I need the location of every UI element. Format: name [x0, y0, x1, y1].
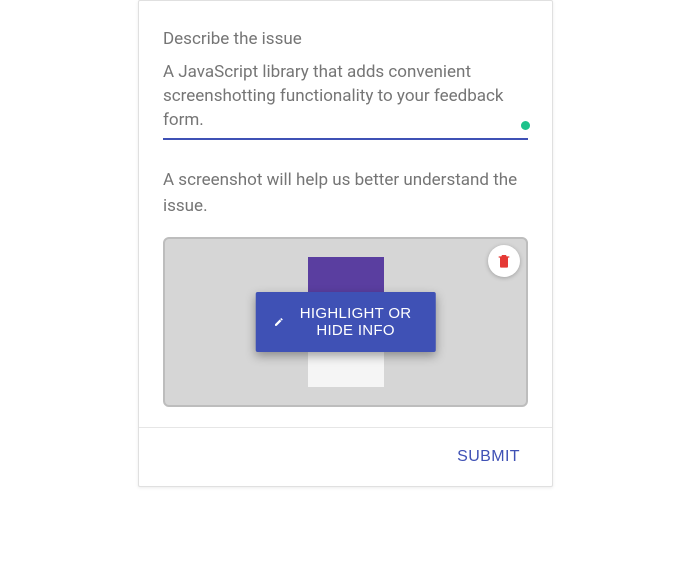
thumbnail-banner: [308, 257, 384, 293]
highlight-button-label: HIGHLIGHT OR HIDE INFO: [293, 305, 417, 339]
trash-icon: [496, 252, 512, 270]
screenshot-preview-box: HIGHLIGHT OR HIDE INFO: [163, 237, 528, 407]
describe-label: Describe the issue: [163, 29, 528, 49]
grammar-indicator-icon: [521, 121, 530, 130]
pencil-icon: [273, 314, 283, 330]
description-input[interactable]: [163, 61, 528, 140]
highlight-hide-button[interactable]: HIGHLIGHT OR HIDE INFO: [255, 292, 436, 352]
submit-button[interactable]: SUBMIT: [447, 440, 530, 474]
feedback-content: Describe the issue A screenshot will hel…: [139, 1, 552, 428]
delete-screenshot-button[interactable]: [488, 245, 520, 277]
card-footer: SUBMIT: [139, 428, 552, 486]
screenshot-helper-text: A screenshot will help us better underst…: [163, 168, 528, 219]
feedback-card: Describe the issue A screenshot will hel…: [138, 0, 553, 487]
description-wrap: [163, 61, 528, 144]
